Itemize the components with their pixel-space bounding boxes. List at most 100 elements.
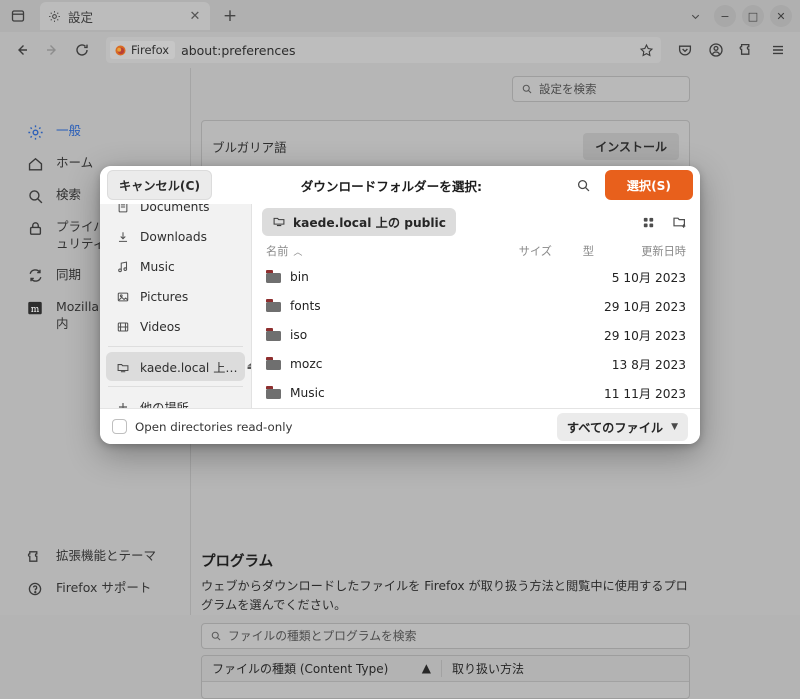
file-modified: 29 10月 2023 [594, 326, 686, 344]
path-bar-actions [638, 212, 690, 232]
gear-icon [46, 8, 62, 24]
programs-title: プログラム [201, 550, 690, 571]
tab-strip: 設定 ✕ + − □ ✕ [0, 0, 800, 32]
readonly-label: Open directories read-only [135, 420, 292, 434]
list-all-tabs-icon[interactable] [0, 0, 36, 32]
file-row[interactable]: bin 5 10月 2023 [252, 262, 700, 291]
place-pictures[interactable]: Pictures [106, 282, 245, 311]
column-action[interactable]: 取り扱い方法 [442, 660, 534, 677]
gear-icon [26, 123, 44, 141]
file-row[interactable]: fonts 29 10月 2023 [252, 291, 700, 320]
home-icon [26, 155, 44, 173]
place-kaede-local[interactable]: kaede.local 上… ⏏ [106, 352, 245, 381]
column-content-type[interactable]: ファイルの種類 (Content Type) ▲ [202, 660, 442, 677]
place-music[interactable]: Music [106, 252, 245, 281]
place-other-locations[interactable]: 他の場所 [106, 392, 245, 408]
preferences-search-input[interactable]: 設定を検索 [512, 76, 690, 102]
readonly-checkbox[interactable] [112, 419, 127, 434]
file-row[interactable]: iso 29 10月 2023 [252, 320, 700, 349]
eject-icon[interactable]: ⏏ [247, 361, 252, 372]
back-arrow-icon[interactable] [8, 36, 36, 64]
firefox-logo-icon [114, 44, 127, 57]
programs-section: プログラム ウェブからダウンロードしたファイルを Firefox が取り扱う方法… [201, 550, 690, 699]
mozilla-icon: m [26, 299, 44, 317]
pocket-icon[interactable] [671, 36, 699, 64]
minimize-button[interactable]: − [714, 5, 736, 27]
cancel-button[interactable]: キャンセル(C) [107, 170, 212, 200]
maximize-button[interactable]: □ [742, 5, 764, 27]
new-tab-button[interactable]: + [216, 2, 244, 30]
file-row[interactable]: Music 11 11月 2023 [252, 378, 700, 407]
reload-icon[interactable] [68, 36, 96, 64]
column-name[interactable]: 名前 ︿ [266, 243, 486, 259]
file-name: Music [290, 386, 325, 400]
extensions-icon[interactable] [733, 36, 761, 64]
sidebar-item-label: ホーム [56, 155, 93, 172]
path-bar: kaede.local 上の public [252, 204, 700, 240]
new-folder-icon[interactable] [670, 212, 690, 232]
forward-arrow-icon[interactable] [38, 36, 66, 64]
sidebar-item-general[interactable]: 一般 [0, 116, 190, 148]
file-modified: 11 11月 2023 [594, 384, 686, 402]
file-row[interactable]: mozc 13 8月 2023 [252, 349, 700, 378]
place-label: kaede.local 上… [140, 358, 238, 376]
column-modified[interactable]: 更新日時 [594, 243, 686, 259]
close-icon[interactable]: ✕ [186, 7, 204, 25]
column-type[interactable]: 型 [552, 243, 594, 259]
file-filter-select[interactable]: すべてのファイル ▼ [557, 413, 688, 441]
dialog-footer: Open directories read-only すべてのファイル ▼ [100, 408, 700, 444]
sidebar-item-support[interactable]: Firefox サポート [0, 573, 190, 605]
dialog-body: Documents Downloads Music Pictures [100, 204, 700, 408]
sidebar-item-extensions[interactable]: 拡張機能とテーマ [0, 541, 190, 573]
star-icon[interactable] [635, 39, 657, 61]
file-list-header: 名前 ︿ サイズ 型 更新日時 [252, 240, 700, 262]
folder-icon [266, 328, 281, 341]
place-label: Downloads [140, 230, 207, 244]
sidebar-item-label: 一般 [56, 123, 81, 140]
sidebar-item-label: Firefox サポート [56, 580, 151, 597]
install-button[interactable]: インストール [583, 133, 679, 160]
folder-icon [266, 386, 281, 399]
image-icon [115, 290, 131, 304]
search-icon [521, 83, 533, 95]
place-documents[interactable]: Documents [106, 204, 245, 221]
place-downloads[interactable]: Downloads [106, 222, 245, 251]
sidebar-item-label: 検索 [56, 187, 81, 204]
places-divider [108, 386, 243, 387]
programs-search-placeholder: ファイルの種類とプログラムを検索 [228, 627, 416, 644]
file-name-cell: Music [266, 386, 486, 400]
search-icon[interactable] [571, 172, 597, 198]
place-label: Pictures [140, 290, 188, 304]
file-name-cell: bin [266, 270, 486, 284]
place-label: Videos [140, 320, 181, 334]
file-modified: 13 8月 2023 [594, 355, 686, 373]
place-videos[interactable]: Videos [106, 312, 245, 341]
column-label: 名前 [266, 243, 288, 259]
preferences-search-placeholder: 設定を検索 [539, 81, 597, 97]
address-bar[interactable]: Firefox about:preferences [106, 37, 661, 63]
help-icon [26, 580, 44, 598]
programs-table-body [202, 682, 689, 698]
programs-search-input[interactable]: ファイルの種類とプログラムを検索 [201, 623, 690, 649]
music-note-icon [115, 260, 131, 274]
places-divider [108, 346, 243, 347]
path-chip-current[interactable]: kaede.local 上の public [262, 208, 456, 236]
file-list: bin 5 10月 2023 fonts 29 10月 2023 [252, 262, 700, 408]
chevron-down-icon[interactable] [682, 3, 708, 29]
file-modified: 29 10月 2023 [594, 297, 686, 315]
select-button[interactable]: 選択(S) [605, 170, 693, 200]
grid-view-icon[interactable] [638, 212, 658, 232]
document-icon [115, 204, 131, 214]
toolbar-buttons [671, 36, 792, 64]
folder-icon [266, 270, 281, 283]
plus-icon [115, 400, 131, 409]
search-icon [26, 187, 44, 205]
window-close-button[interactable]: ✕ [770, 5, 792, 27]
account-icon[interactable] [702, 36, 730, 64]
video-icon [115, 320, 131, 334]
download-icon [115, 230, 131, 244]
url-text: about:preferences [181, 43, 295, 58]
hamburger-menu-icon[interactable] [764, 36, 792, 64]
browser-tab[interactable]: 設定 ✕ [40, 2, 210, 30]
column-size[interactable]: サイズ [486, 243, 552, 259]
